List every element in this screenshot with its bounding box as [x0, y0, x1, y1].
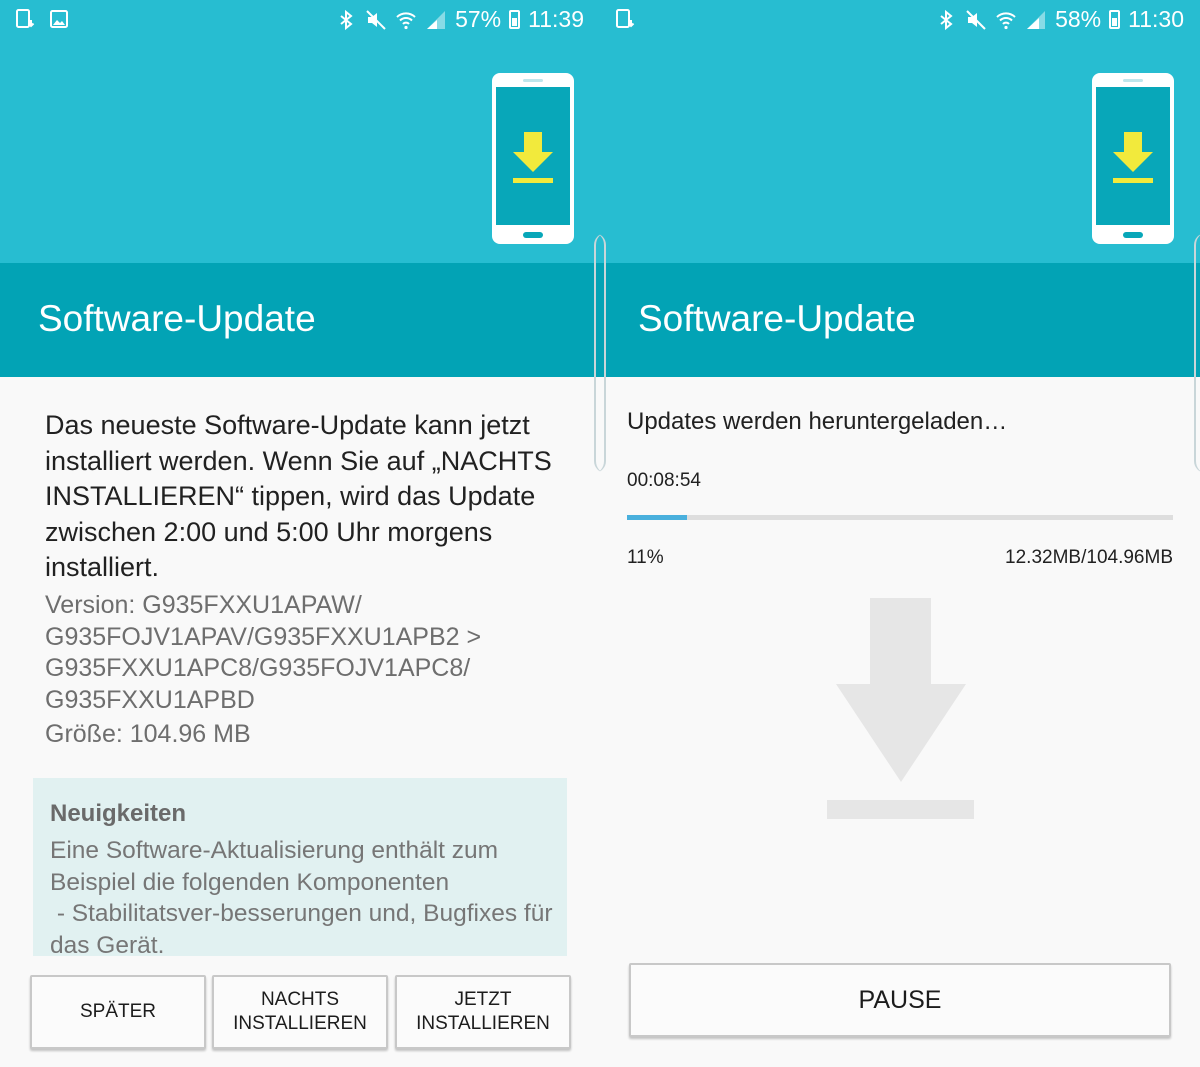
clock: 11:39: [528, 6, 584, 32]
download-arrow-icon: [827, 598, 974, 819]
progress-bar: [627, 515, 1173, 520]
bluetooth-icon: [340, 9, 353, 30]
news-title: Neuigkeiten: [50, 800, 187, 827]
battery-icon: [509, 10, 521, 29]
download-arrow-icon: [1113, 132, 1153, 183]
wifi-icon: [996, 11, 1016, 29]
progress-percent: 11%: [627, 547, 664, 568]
phone-download-illustration: [1092, 73, 1174, 244]
version-info: Version: G935FXXU1APAW/ G935FOJV1APAV/G9…: [45, 590, 570, 716]
elapsed-time: 00:08:54: [627, 470, 701, 491]
version-line: Version: G935FXXU1APAW/: [45, 591, 362, 619]
notification-download-icon: [616, 9, 635, 28]
edge-screen-curve: [600, 233, 606, 473]
gallery-icon: [50, 10, 68, 28]
phone-download-illustration: [492, 73, 574, 244]
news-body: Eine Software-Aktualisierung enthält zum…: [50, 837, 553, 956]
signal-icon: [427, 10, 446, 29]
download-arrow-icon: [513, 132, 553, 183]
battery-percent: 58%: [1055, 6, 1102, 32]
bluetooth-icon: [940, 9, 953, 30]
later-button[interactable]: SPÄTER: [30, 975, 206, 1049]
clock: 11:30: [1128, 6, 1184, 32]
screen-right: 58% 11:30 Software-Update Updates werden…: [600, 0, 1200, 1067]
pause-button[interactable]: PAUSE: [629, 963, 1171, 1037]
update-description: Das neueste Software-Update kann jetzt i…: [45, 410, 552, 582]
mute-icon: [966, 9, 986, 30]
edge-screen-curve: [1194, 233, 1200, 473]
version-line: G935FXXU1APBD: [45, 685, 255, 714]
version-line: G935FOJV1APAV/G935FXXU1APB2 >: [45, 622, 482, 651]
version-line: G935FXXU1APC8/G935FOJV1APC8/: [45, 654, 471, 682]
page-title: Software-Update: [38, 298, 316, 339]
progress-bar-fill: [627, 515, 688, 520]
install-overnight-label-line1: NACHTS: [260, 989, 340, 1010]
wifi-icon: [396, 11, 416, 29]
news-panel: Neuigkeiten Eine Software-Aktualisierung…: [33, 778, 567, 956]
page-title: Software-Update: [638, 298, 916, 339]
screen-left: 57% 11:39 Software-Update Das neueste So…: [0, 0, 600, 1067]
status-bar: 57% 11:39: [0, 0, 600, 40]
signal-icon: [1027, 10, 1046, 29]
download-size: 12.32MB/104.96MB: [1005, 547, 1173, 568]
install-now-label-line1: JETZT: [454, 989, 512, 1010]
battery-percent: 57%: [455, 6, 502, 32]
install-overnight-button[interactable]: NACHTS INSTALLIEREN: [212, 975, 388, 1049]
update-size: Größe: 104.96 MB: [45, 720, 251, 748]
status-bar: 58% 11:30: [600, 0, 1200, 40]
install-overnight-label-line2: INSTALLIEREN: [233, 1013, 367, 1034]
pause-button-label: PAUSE: [858, 986, 942, 1014]
notification-download-icon: [16, 9, 35, 28]
mute-icon: [366, 9, 386, 30]
battery-icon: [1109, 10, 1121, 29]
later-button-label: SPÄTER: [79, 1001, 157, 1022]
install-now-label-line2: INSTALLIEREN: [416, 1013, 550, 1034]
download-status: Updates werden heruntergeladen…: [627, 408, 1008, 435]
install-now-button[interactable]: JETZT INSTALLIEREN: [395, 975, 571, 1049]
